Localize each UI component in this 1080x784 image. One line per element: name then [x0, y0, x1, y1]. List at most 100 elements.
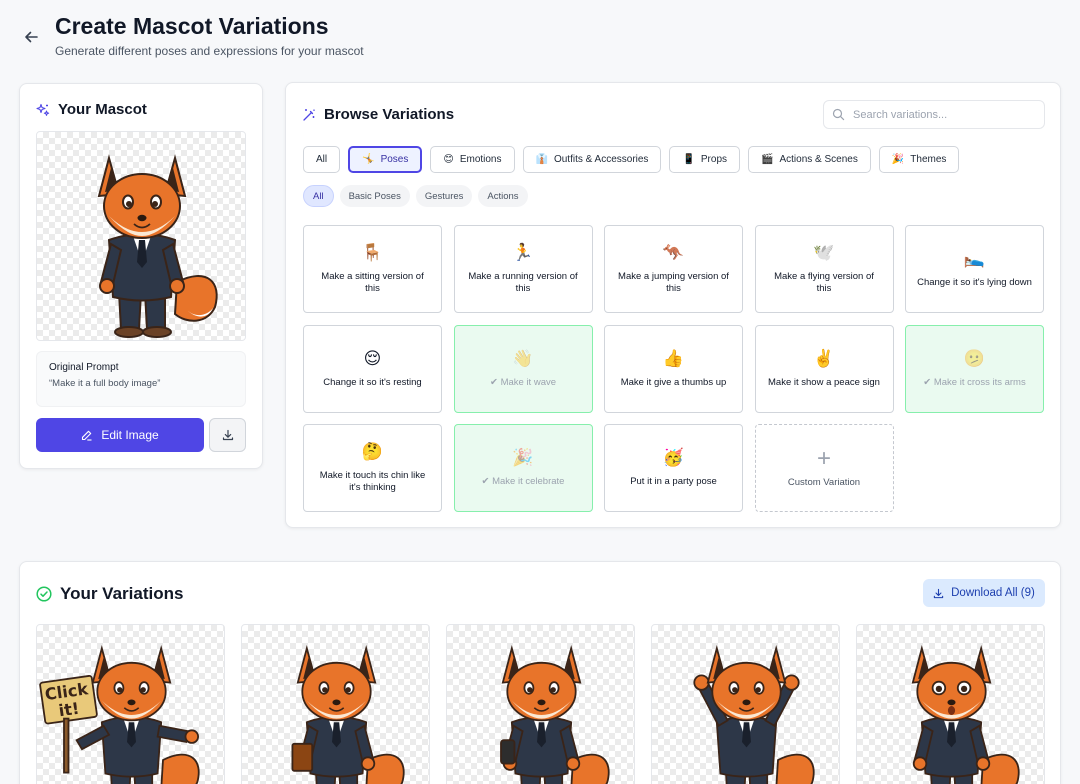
variation-emoji-icon: 🥳	[662, 448, 685, 468]
mascot-card: Your Mascot Original Prompt “Make it a f…	[19, 83, 263, 469]
variation-label: Make a running version of this	[468, 271, 578, 294]
category-tab-props[interactable]: 📱 Props	[669, 146, 741, 173]
search-icon	[832, 108, 845, 121]
magic-wand-icon	[303, 108, 315, 121]
category-icon: 👔	[535, 154, 548, 165]
browse-variations-card: Browse Variations All 🤸 Poses 😊 Emotions 👔 Out…	[285, 82, 1061, 528]
variation-emoji-icon: 😌	[363, 348, 382, 369]
variation-label: ✔ Make it wave	[489, 376, 557, 388]
variation-label: Put it in a party pose	[630, 476, 717, 487]
browse-card-title: Browse Variations	[302, 106, 454, 123]
category-tab-label: All	[316, 154, 328, 165]
fox-mascot	[97, 154, 218, 338]
category-tab-label: Actions & Scenes	[779, 154, 858, 165]
mascot-image[interactable]	[36, 131, 246, 341]
fox-mascot	[500, 644, 610, 784]
edit-image-button[interactable]: Edit Image	[36, 418, 204, 452]
download-button[interactable]	[209, 418, 246, 452]
category-tab-label: Props	[700, 154, 728, 165]
variation-label: Make a flying version of this	[774, 271, 874, 294]
variation-result-image[interactable]	[856, 624, 1045, 784]
variation-tile[interactable]: 😌 Change it so it's resting	[303, 324, 442, 413]
category-tab-outfits-accessories[interactable]: 👔 Outfits & Accessories	[522, 146, 662, 173]
variation-emoji-icon: 🎉	[512, 448, 534, 468]
category-tab-label: Poses	[380, 154, 409, 165]
variation-emoji-icon: ✌️	[813, 348, 835, 369]
variation-label: Change it so it's resting	[323, 376, 422, 388]
variation-label: Make it touch its chin like it's thinkin…	[319, 470, 426, 493]
variation-tile[interactable]: 🥳 Put it in a party pose	[604, 424, 743, 512]
subcategory-tab-gestures[interactable]: Gestures	[415, 185, 473, 207]
download-all-button[interactable]: Download All (9)	[923, 579, 1045, 607]
your-variations-card: Your Variations Download All (9) Click it…	[19, 561, 1061, 784]
prompt-label: Original Prompt	[49, 362, 119, 373]
custom-variation-tile[interactable]: + Custom Variation	[754, 424, 894, 512]
variations-card-title: Your Variations	[36, 584, 183, 604]
page-title: Create Mascot Variations	[55, 13, 329, 39]
page-subtitle: Generate different poses and expressions…	[55, 44, 364, 58]
variation-emoji-icon: 🤔	[361, 442, 384, 462]
category-tab-emotions[interactable]: 😊 Emotions	[430, 146, 515, 173]
variation-result-image[interactable]	[446, 624, 635, 784]
variation-tile[interactable]: 👋 ✔ Make it wave	[453, 324, 593, 413]
category-icon: 😊	[443, 154, 454, 165]
svg-text:it!: it!	[57, 699, 80, 721]
variation-result-image[interactable]: Click it!	[36, 624, 225, 784]
check-circle-icon	[36, 586, 52, 602]
custom-variation-label: Custom Variation	[787, 477, 861, 488]
variation-tile[interactable]: 👍 Make it give a thumbs up	[604, 324, 743, 413]
pencil-icon	[82, 430, 92, 441]
mascot-card-title: Your Mascot	[36, 101, 147, 118]
variation-label: Make it give a thumbs up	[620, 376, 727, 388]
category-tab-themes[interactable]: 🎉 Themes	[878, 146, 960, 173]
variation-tile[interactable]: 🤔 Make it touch its chin like it's thinki…	[303, 424, 442, 512]
original-prompt-box: Original Prompt “Make it a full body ima…	[36, 351, 246, 407]
subcategory-tab-actions[interactable]: Actions	[478, 185, 528, 207]
variation-label: Change it so it's lying down	[917, 277, 1032, 288]
variation-tile[interactable]: 🎉 ✔ Make it celebrate	[453, 424, 593, 512]
variation-emoji-icon: 👋	[512, 348, 534, 369]
category-tab-poses[interactable]: 🤸 Poses	[348, 146, 423, 173]
variation-label: Make it show a peace sign	[768, 376, 880, 388]
variation-emoji-icon: 🛌	[963, 249, 986, 269]
variation-tile[interactable]: 🏃 Make a running version of this	[453, 225, 593, 313]
variation-tile[interactable]: 🫤 ✔ Make it cross its arms	[905, 324, 1044, 413]
download-icon	[933, 588, 944, 598]
fox-mascot	[911, 644, 1020, 784]
subcategory-tab-basic-poses[interactable]: Basic Poses	[339, 185, 410, 207]
variation-emoji-icon: 🪑	[361, 243, 384, 263]
fox-mascot	[693, 644, 815, 784]
variation-tile[interactable]: ✌️ Make it show a peace sign	[754, 324, 894, 413]
variation-label: ✔ Make it celebrate	[481, 476, 565, 487]
category-icon: 🎬	[761, 154, 774, 165]
search-box[interactable]	[823, 100, 1045, 129]
subcategory-tab-all[interactable]: All	[303, 185, 334, 207]
variation-tile[interactable]: 🕊️ Make a flying version of this	[754, 225, 894, 313]
category-tab-actions-scenes[interactable]: 🎬 Actions & Scenes	[748, 146, 871, 173]
variation-emoji-icon: 🫤	[963, 348, 986, 369]
fox-mascot: Clickit!	[39, 644, 200, 784]
variation-emoji-icon: 🏃	[512, 243, 534, 263]
category-icon: 🎉	[891, 154, 905, 165]
variation-result-image[interactable]	[651, 624, 840, 784]
back-arrow-icon[interactable]	[20, 26, 42, 48]
variation-emoji-icon: 👍	[662, 348, 685, 369]
prompt-text: “Make it a full body image”	[49, 378, 161, 389]
category-tab-label: Themes	[910, 154, 947, 165]
variation-tile[interactable]: 🪑 Make a sitting version of this	[303, 225, 442, 313]
variation-result-image[interactable]	[241, 624, 430, 784]
sparkles-icon	[36, 103, 50, 116]
category-icon: 📱	[682, 154, 695, 165]
category-tabs: All 🤸 Poses 😊 Emotions 👔 Outfits & Accessories…	[303, 146, 960, 173]
variation-tile[interactable]: 🛌 Change it so it's lying down	[905, 225, 1044, 313]
category-tab-label: Emotions	[459, 154, 502, 165]
variation-tile[interactable]: 🦘 Make a jumping version of this	[604, 225, 743, 313]
variation-label: Make a jumping version of this	[618, 271, 729, 294]
plus-icon: +	[816, 445, 831, 472]
subcategory-tabs: All Basic Poses Gestures Actions	[303, 185, 528, 207]
fox-mascot	[291, 644, 405, 784]
variation-label: Make a sitting version of this	[321, 271, 424, 294]
category-tab-all[interactable]: All	[303, 146, 341, 173]
download-icon	[222, 429, 233, 441]
search-input[interactable]	[853, 108, 1033, 121]
